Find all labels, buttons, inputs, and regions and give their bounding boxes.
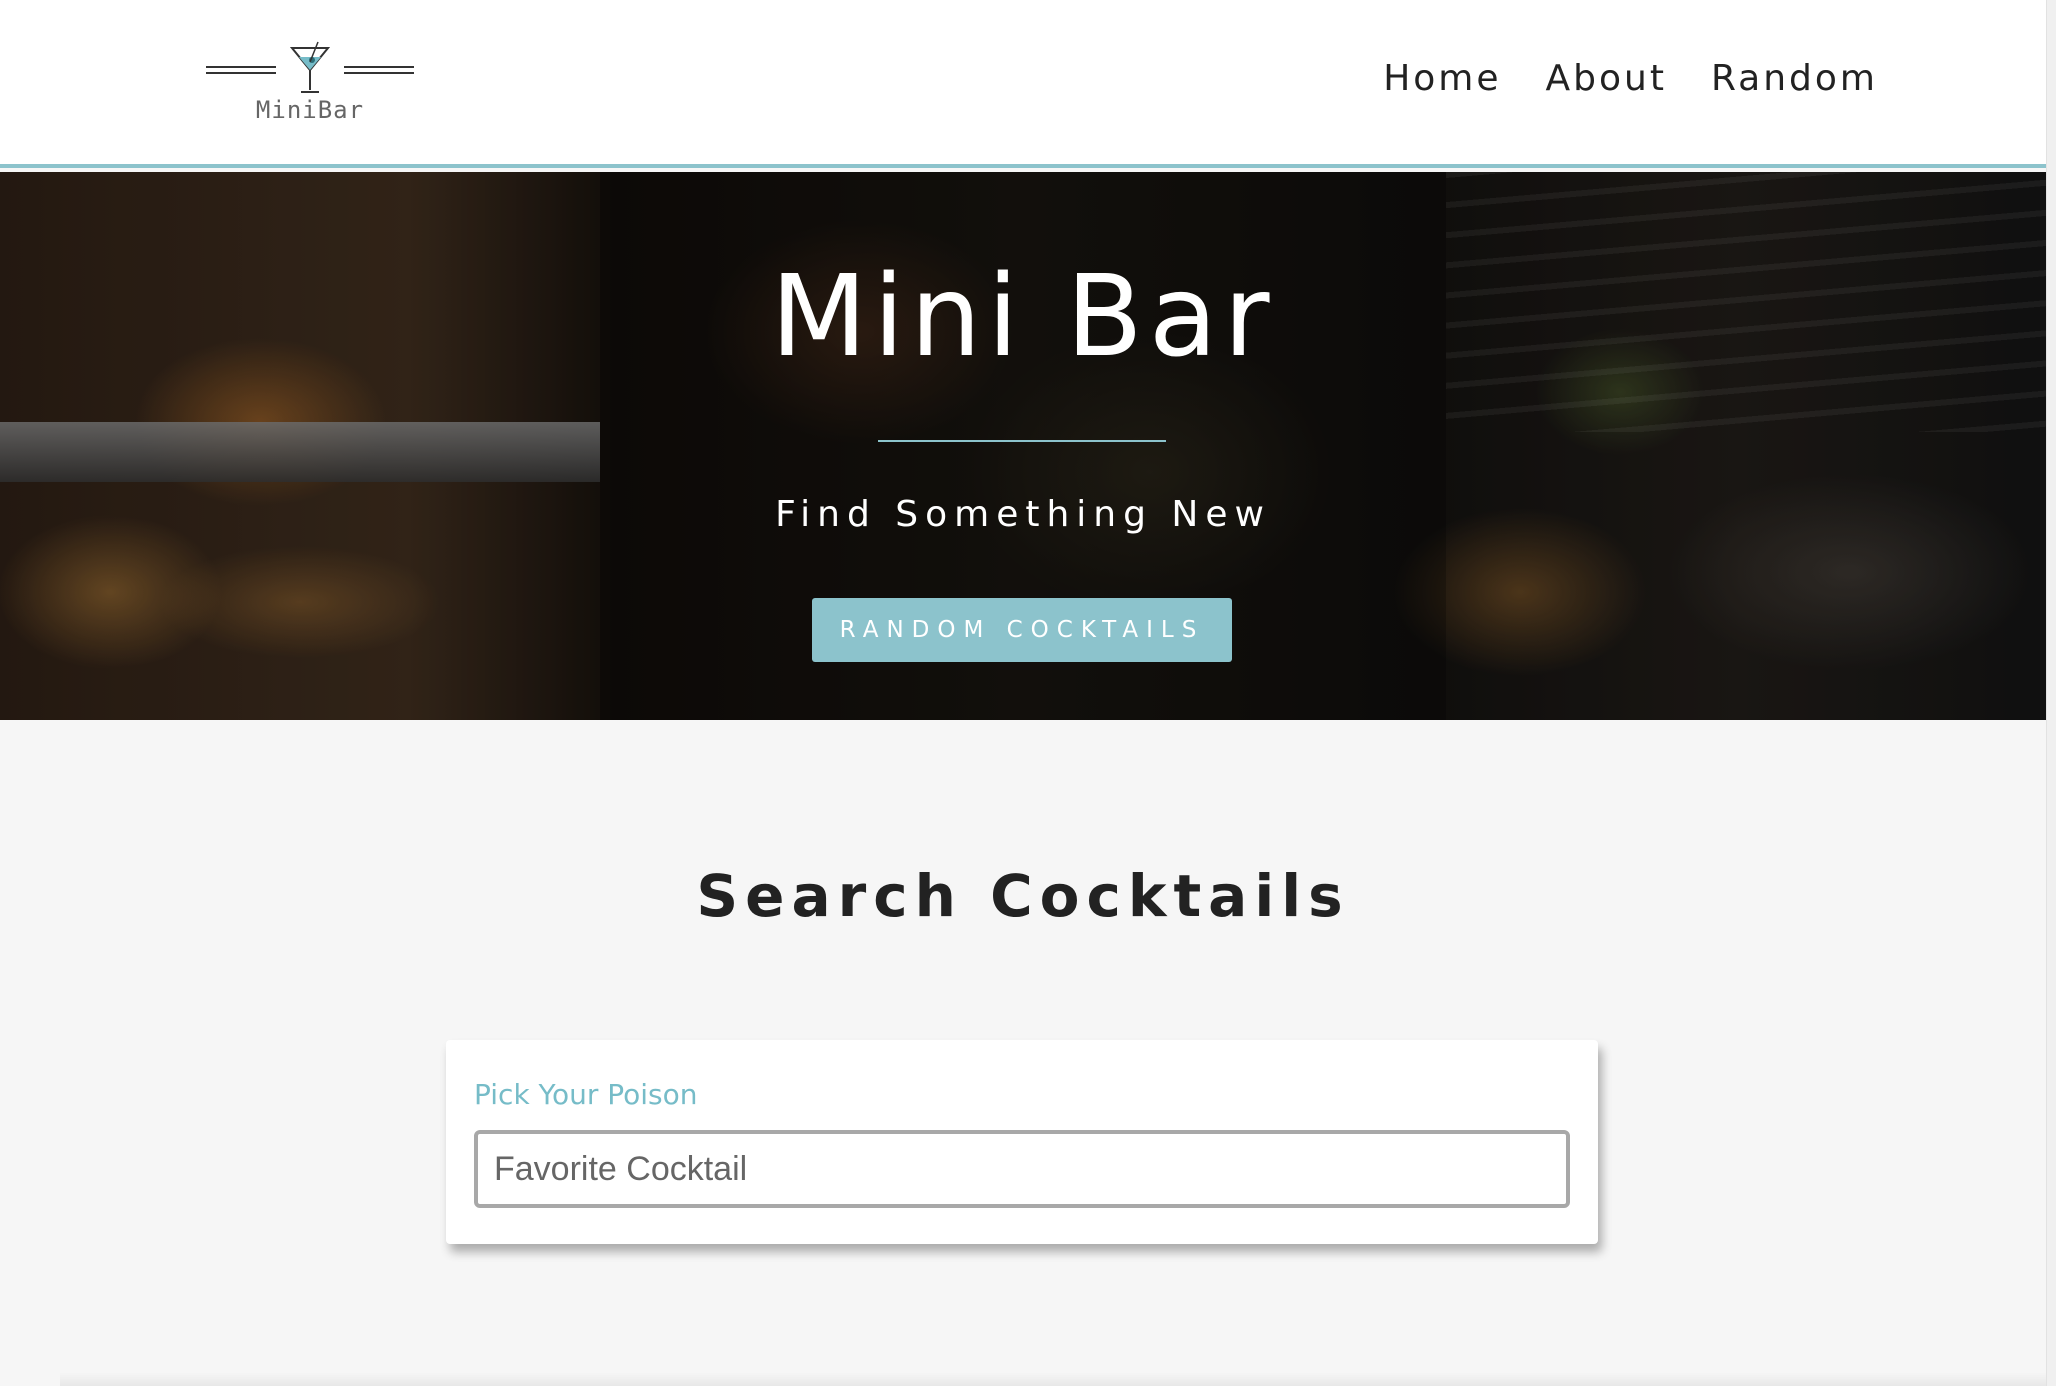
hero-title: Mini Bar xyxy=(770,252,1276,382)
page-bottom-shadow xyxy=(60,1372,2046,1386)
search-card: Pick Your Poison xyxy=(446,1040,1598,1244)
logo-left-line xyxy=(206,66,276,68)
logo-text: MiniBar xyxy=(255,96,365,124)
hero-banner: Mini Bar Find Something New RANDOM COCKT… xyxy=(0,172,2046,720)
hero-bar-counter xyxy=(0,422,600,482)
site-logo[interactable]: MiniBar xyxy=(206,36,414,126)
hero-subtitle: Find Something New xyxy=(775,494,1271,535)
logo-right-line xyxy=(344,66,414,68)
nav-link-about[interactable]: About xyxy=(1546,58,1667,99)
logo-right-line xyxy=(344,72,414,74)
search-label: Pick Your Poison xyxy=(474,1078,698,1111)
page-scrollbar[interactable] xyxy=(2046,0,2056,1386)
martini-glass-icon xyxy=(289,41,331,93)
logo-left-line xyxy=(206,72,276,74)
site-header: MiniBar Home About Random xyxy=(0,0,2046,168)
hero-divider xyxy=(878,440,1166,442)
nav-link-random[interactable]: Random xyxy=(1711,58,1878,99)
nav-link-home[interactable]: Home xyxy=(1383,58,1501,99)
random-cocktails-button[interactable]: RANDOM COCKTAILS xyxy=(812,598,1232,662)
search-section-title: Search Cocktails xyxy=(696,862,1350,930)
search-input[interactable] xyxy=(474,1130,1570,1208)
main-nav: Home About Random xyxy=(1383,58,1878,99)
